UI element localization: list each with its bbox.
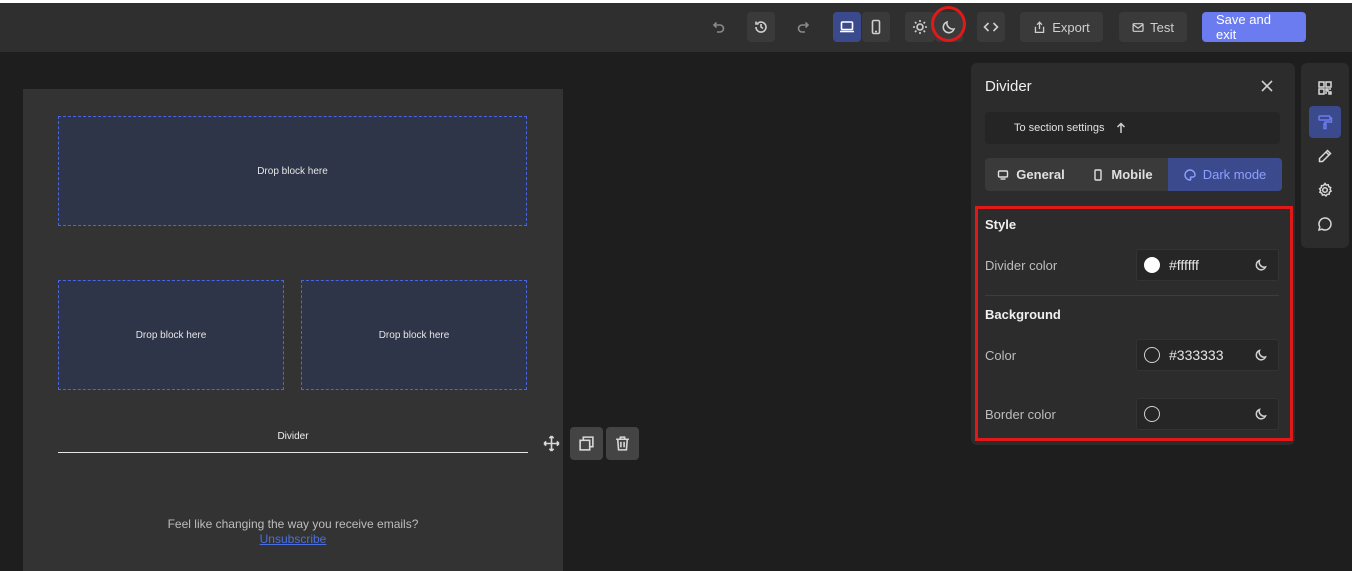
to-section-settings-button[interactable]: To section settings	[985, 112, 1280, 144]
dark-mode-button[interactable]	[935, 12, 963, 42]
arrow-up-icon	[1116, 122, 1125, 133]
dark-mode-toggle[interactable]	[1254, 348, 1268, 362]
delete-button[interactable]	[606, 427, 639, 460]
divider-block-label[interactable]: Divider	[58, 431, 528, 442]
border-color-label: Border color	[985, 407, 1056, 422]
style-heading: Style	[985, 217, 1017, 232]
undo-button[interactable]	[704, 12, 732, 42]
drop-zone-label: Drop block here	[135, 329, 207, 341]
export-button[interactable]: Export	[1020, 12, 1103, 42]
border-color-field[interactable]	[1136, 398, 1279, 430]
test-label: Test	[1150, 19, 1174, 35]
blocks-button[interactable]	[1309, 72, 1341, 104]
divider	[985, 295, 1279, 296]
code-view-button[interactable]	[977, 12, 1005, 42]
redo-icon	[797, 21, 810, 33]
undo-icon	[712, 21, 725, 33]
export-icon	[1034, 20, 1045, 33]
desktop-view-button[interactable]	[833, 12, 861, 42]
test-button[interactable]: Test	[1119, 12, 1187, 42]
panel-tabs: General Mobile Dark mode	[985, 158, 1282, 191]
tab-mobile-label: Mobile	[1111, 167, 1153, 182]
settings-button[interactable]	[1309, 174, 1341, 206]
chat-icon	[1317, 217, 1332, 232]
export-label: Export	[1052, 19, 1090, 35]
history-button[interactable]	[747, 12, 775, 42]
close-panel-button[interactable]	[1260, 79, 1276, 95]
section-settings-label: To section settings	[1014, 122, 1105, 134]
sun-icon	[913, 20, 927, 34]
background-color-field[interactable]: #333333	[1136, 339, 1279, 371]
appearance-button[interactable]	[1309, 106, 1341, 138]
divider-color-field[interactable]: #ffffff	[1136, 249, 1279, 281]
history-icon	[755, 21, 767, 33]
tab-dark-mode[interactable]: Dark mode	[1168, 158, 1282, 191]
desktop-icon	[840, 21, 854, 33]
desktop-icon	[998, 169, 1009, 180]
color-swatch[interactable]	[1144, 347, 1160, 363]
moon-icon	[1255, 408, 1267, 420]
background-heading: Background	[985, 307, 1061, 322]
redo-button[interactable]	[790, 12, 818, 42]
moon-icon	[1255, 349, 1267, 361]
moon-icon	[942, 20, 956, 34]
tab-general[interactable]: General	[985, 158, 1077, 191]
tab-dark-mode-label: Dark mode	[1202, 167, 1267, 182]
drop-zone-label: Drop block here	[378, 329, 450, 341]
mobile-view-button[interactable]	[862, 12, 890, 42]
comments-button[interactable]	[1309, 208, 1341, 240]
color-label: Color	[985, 348, 1017, 363]
pencil-icon	[1318, 149, 1332, 163]
divider-line[interactable]	[58, 452, 528, 453]
save-and-exit-button[interactable]: Save and exit	[1202, 12, 1306, 42]
email-canvas: Drop block here Drop block here Drop blo…	[23, 89, 563, 571]
edit-button[interactable]	[1309, 140, 1341, 172]
move-icon	[542, 435, 560, 452]
divider-settings-panel: Divider To section settings General Mobi…	[971, 63, 1295, 445]
unsubscribe-link[interactable]: Unsubscribe	[23, 532, 563, 546]
color-swatch[interactable]	[1144, 406, 1160, 422]
paint-roller-icon	[1318, 115, 1333, 130]
background-color-value[interactable]: #333333	[1169, 347, 1224, 363]
light-mode-button[interactable]	[905, 12, 935, 42]
duplicate-icon	[579, 436, 594, 451]
grid-icon	[1318, 81, 1332, 95]
panel-title: Divider	[985, 78, 1032, 95]
color-swatch[interactable]	[1144, 257, 1160, 273]
close-icon	[1261, 80, 1273, 92]
drop-zone[interactable]: Drop block here	[301, 280, 527, 390]
divider-color-value[interactable]: #ffffff	[1169, 257, 1199, 273]
tab-general-label: General	[1016, 167, 1065, 182]
top-toolbar: Export Test Save and exit	[0, 0, 1352, 52]
trash-icon	[616, 436, 629, 451]
palette-icon	[1184, 168, 1196, 181]
drop-zone[interactable]: Drop block here	[58, 280, 284, 390]
mobile-icon	[871, 19, 881, 35]
gear-icon	[1318, 182, 1333, 197]
code-icon	[983, 22, 999, 32]
moon-icon	[1255, 259, 1267, 271]
dark-mode-toggle[interactable]	[1254, 258, 1268, 272]
footer-text: Feel like changing the way you receive e…	[167, 517, 419, 531]
drop-zone-label: Drop block here	[257, 165, 328, 177]
move-handle[interactable]	[538, 427, 564, 460]
tab-mobile[interactable]: Mobile	[1077, 158, 1168, 191]
mobile-icon	[1094, 168, 1103, 181]
right-tool-rail	[1301, 63, 1349, 248]
divider-color-label: Divider color	[985, 258, 1058, 273]
dark-mode-toggle[interactable]	[1254, 407, 1268, 421]
save-label: Save and exit	[1216, 12, 1271, 42]
drop-zone[interactable]: Drop block here	[58, 116, 527, 226]
mail-icon	[1132, 22, 1144, 32]
duplicate-button[interactable]	[570, 427, 603, 460]
